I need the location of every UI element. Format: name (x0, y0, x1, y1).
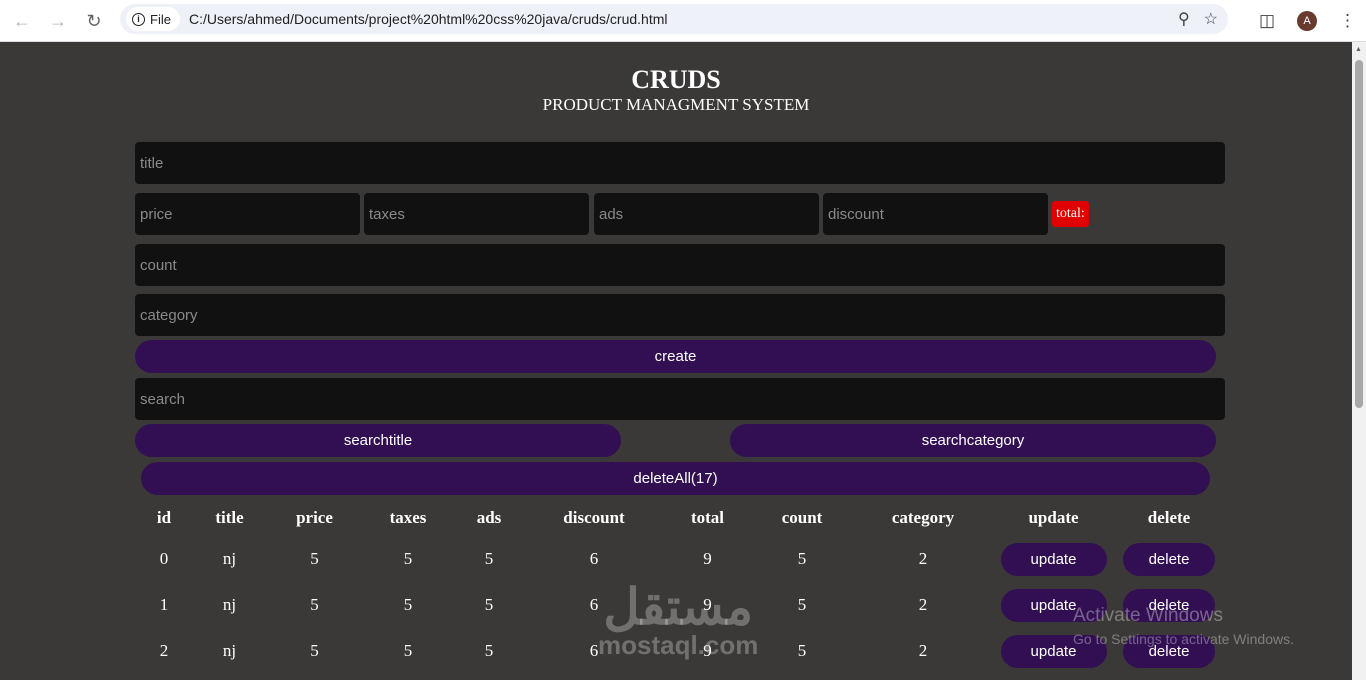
cell-price: 5 (310, 641, 319, 660)
cell-discount: 6 (589, 549, 599, 568)
header-taxes: taxes (389, 508, 427, 527)
site-info-chip[interactable]: i File (126, 7, 180, 31)
cell-update: update (994, 536, 1113, 582)
profile-avatar[interactable]: A (1297, 11, 1317, 31)
mostaql-watermark: مستقل mostaql.com (598, 582, 758, 658)
header-discount: discount (563, 508, 625, 527)
cell-price: 5 (310, 549, 319, 568)
cell-title: nj (222, 549, 237, 568)
address-bar[interactable]: i File C:/Users/ahmed/Documents/project%… (120, 4, 1228, 34)
cell-taxes: 5 (403, 641, 413, 660)
cell-delete: delete (1113, 536, 1225, 582)
cell-id: 2 (159, 641, 169, 660)
cell-count: 5 (797, 595, 807, 614)
search-input[interactable] (135, 378, 1225, 420)
watermark-latin: mostaql.com (598, 630, 759, 660)
search-category-button[interactable]: searchcategory (730, 424, 1216, 457)
cell-count: 5 (797, 549, 807, 568)
create-button[interactable]: create (135, 340, 1216, 373)
header-title: title (215, 508, 244, 527)
page-content: CRUDS PRODUCT MANAGMENT SYSTEM total: cr… (0, 42, 1352, 680)
cell-ads: 5 (484, 595, 494, 614)
cell-category: 2 (918, 595, 928, 614)
discount-input[interactable] (823, 193, 1048, 235)
search-title-button[interactable]: searchtitle (135, 424, 621, 457)
delete-all-button[interactable]: deleteAll(17) (141, 462, 1210, 495)
activate-subtitle: Go to Settings to activate Windows. (1073, 631, 1294, 647)
cell-category: 2 (918, 549, 928, 568)
scrollbar-thumb[interactable] (1355, 60, 1363, 408)
price-input[interactable] (135, 193, 360, 235)
page-title: CRUDS (631, 65, 721, 94)
activate-windows-overlay: Activate Windows Go to Settings to activ… (1073, 605, 1294, 647)
cell-taxes: 5 (403, 595, 413, 614)
site-chip-label: File (150, 11, 171, 27)
zoom-icon[interactable]: ⚲ (1178, 9, 1190, 29)
header-ads: ads (476, 508, 502, 527)
activate-title: Activate Windows (1073, 605, 1223, 626)
cell-count: 5 (797, 641, 807, 660)
info-icon: i (132, 12, 145, 26)
page-header: CRUDS PRODUCT MANAGMENT SYSTEM (0, 66, 1352, 116)
cell-ads: 5 (484, 641, 494, 660)
extensions-icon[interactable]: ◫ (1259, 11, 1275, 31)
forward-icon[interactable]: → (40, 3, 76, 39)
table-row: 0 nj 5 5 5 6 9 5 2 update delete (135, 536, 1225, 582)
cell-id: 0 (159, 549, 169, 568)
cell-title: nj (222, 595, 237, 614)
header-count: count (781, 508, 823, 527)
ads-input[interactable] (594, 193, 819, 235)
back-icon[interactable]: ← (4, 3, 40, 39)
header-category: category (891, 508, 955, 527)
url-text[interactable]: C:/Users/ahmed/Documents/project%20html%… (189, 11, 668, 27)
header-delete: delete (1147, 508, 1191, 527)
cell-taxes: 5 (403, 549, 413, 568)
watermark-arabic: مستقل (603, 579, 753, 635)
menu-kebab-icon[interactable]: ⋮ (1339, 11, 1356, 31)
total-badge: total: (1052, 201, 1089, 227)
cell-ads: 5 (484, 549, 494, 568)
cell-price: 5 (310, 595, 319, 614)
taxes-input[interactable] (364, 193, 589, 235)
page-scrollbar[interactable]: ▲ (1352, 42, 1366, 680)
reload-icon[interactable]: ↻ (76, 3, 112, 39)
table-header-row: id title price taxes ads discount total … (135, 500, 1225, 536)
cell-title: nj (222, 641, 237, 660)
bookmark-star-icon[interactable]: ☆ (1204, 9, 1218, 29)
browser-toolbar: ← → ↻ i File C:/Users/ahmed/Documents/pr… (0, 0, 1366, 42)
cell-id: 1 (159, 595, 169, 614)
count-input[interactable] (135, 244, 1225, 286)
update-button[interactable]: update (1000, 542, 1107, 576)
header-id: id (156, 508, 172, 527)
scroll-up-arrow-icon[interactable]: ▲ (1355, 46, 1362, 53)
header-total: total (690, 508, 725, 527)
category-input[interactable] (135, 294, 1225, 336)
title-input[interactable] (135, 142, 1225, 184)
page-subtitle: PRODUCT MANAGMENT SYSTEM (542, 95, 810, 114)
header-update: update (1028, 508, 1079, 527)
delete-button[interactable]: delete (1123, 542, 1215, 576)
cell-category: 2 (918, 641, 928, 660)
header-price: price (296, 508, 333, 527)
cell-total: 9 (703, 549, 712, 568)
